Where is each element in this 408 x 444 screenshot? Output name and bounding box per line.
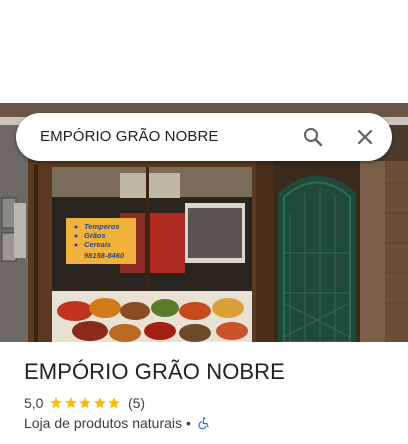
sign-line-1: Temperos xyxy=(84,222,120,231)
search-query-text[interactable]: EMPÓRIO GRÃO NOBRE xyxy=(40,128,219,145)
search-bar[interactable]: EMPÓRIO GRÃO NOBRE xyxy=(16,113,392,161)
rating-row[interactable]: 5,0 (5) xyxy=(24,395,145,411)
star-icon xyxy=(108,397,121,409)
place-category: Loja de produtos naturais xyxy=(24,415,182,431)
star-icon xyxy=(50,397,63,409)
search-icon[interactable] xyxy=(301,125,325,149)
separator-dot: • xyxy=(186,415,191,431)
star-icon xyxy=(94,397,106,409)
sign-line-4: 98158-8460 xyxy=(84,251,125,260)
place-info-panel[interactable]: EMPÓRIO GRÃO NOBRE 5,0 (5) Loja de produ… xyxy=(0,342,408,444)
place-title: EMPÓRIO GRÃO NOBRE xyxy=(24,359,285,384)
sign-line-3: Cereais xyxy=(84,240,111,249)
star-rating xyxy=(49,396,122,410)
map-blank-area xyxy=(0,0,408,103)
review-count[interactable]: (5) xyxy=(128,395,145,411)
star-icon xyxy=(65,397,77,409)
wheelchair-accessible-icon xyxy=(197,416,211,430)
category-row: Loja de produtos naturais • xyxy=(24,415,211,431)
star-icon xyxy=(79,397,92,409)
sign-line-2: Grãos xyxy=(84,231,106,240)
close-icon[interactable] xyxy=(353,125,377,149)
rating-value: 5,0 xyxy=(24,395,44,411)
